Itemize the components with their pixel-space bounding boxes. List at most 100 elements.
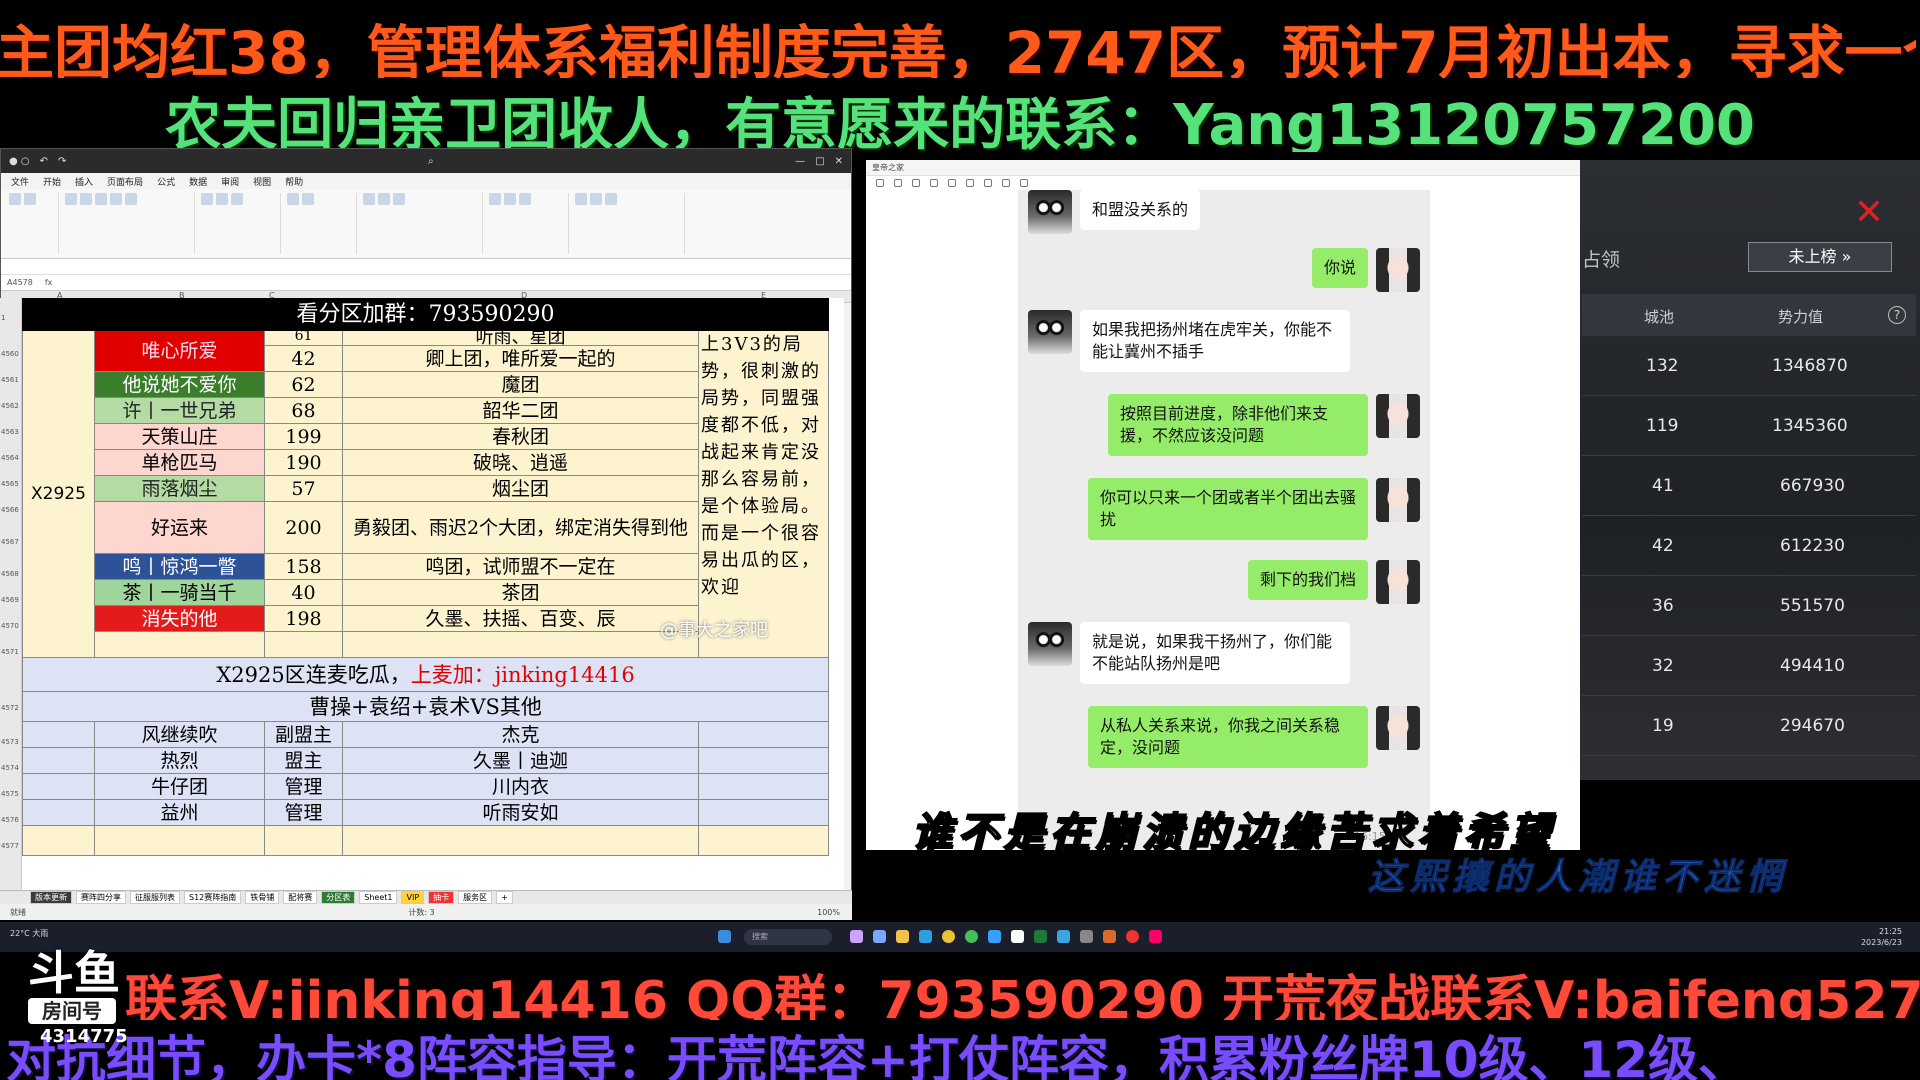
empty-cell[interactable] bbox=[94, 631, 265, 658]
empty-cell[interactable] bbox=[342, 631, 699, 658]
group-cell[interactable]: 听雨、星团 bbox=[342, 330, 699, 346]
menu-insert[interactable]: 插入 bbox=[75, 175, 93, 188]
minimize-icon[interactable]: — bbox=[795, 156, 805, 167]
close-icon[interactable]: ✕ bbox=[1854, 192, 1884, 233]
ranking-row[interactable]: 42 612230 bbox=[1582, 516, 1916, 576]
group-cell[interactable]: 破晓、逍遥 bbox=[342, 449, 699, 476]
zoom-out-icon[interactable] bbox=[948, 179, 956, 187]
live-banner-cell[interactable]: X2925区连麦吃瓜，上麦加：jinking14416 bbox=[21, 657, 830, 692]
sheet-tab[interactable]: 配将赛 bbox=[283, 891, 318, 904]
app-icon[interactable] bbox=[1149, 930, 1162, 943]
menu-view[interactable]: 视图 bbox=[253, 175, 271, 188]
undo-icon[interactable]: ↶ bbox=[40, 156, 48, 167]
group-cell[interactable]: 春秋团 bbox=[342, 423, 699, 450]
ranking-row[interactable]: 41 667930 bbox=[1582, 456, 1916, 516]
num-cell[interactable]: 61 bbox=[264, 330, 343, 346]
sheet-tab[interactable]: Sheet1 bbox=[359, 891, 398, 904]
help-icon[interactable]: ? bbox=[1888, 306, 1906, 324]
forward-icon[interactable] bbox=[894, 179, 902, 187]
grid-icon[interactable] bbox=[912, 179, 920, 187]
copy-icon[interactable] bbox=[1020, 179, 1028, 187]
empty-cell[interactable] bbox=[22, 773, 95, 800]
empty-cell[interactable] bbox=[342, 825, 699, 856]
rank-button[interactable]: 未上榜 » bbox=[1748, 242, 1892, 272]
sheet-tab[interactable]: VIP bbox=[401, 891, 425, 904]
lower-role-cell[interactable]: 盟主 bbox=[264, 747, 343, 774]
menu-file[interactable]: 文件 bbox=[11, 175, 29, 188]
server-cell[interactable]: X2925 bbox=[22, 330, 95, 658]
empty-cell[interactable] bbox=[264, 631, 343, 658]
num-cell[interactable]: 200 bbox=[264, 501, 343, 554]
spreadsheet-grid[interactable]: 1 4560 4561 4562 4563 4564 4565 4566 456… bbox=[0, 298, 844, 890]
menu-home[interactable]: 开始 bbox=[43, 175, 61, 188]
lower-person-cell[interactable]: 川内衣 bbox=[342, 773, 699, 800]
search-icon[interactable]: ⌕ bbox=[428, 156, 434, 167]
zoom-in-icon[interactable] bbox=[930, 179, 938, 187]
ribbon-group-font[interactable] bbox=[65, 193, 195, 254]
sheet-tab[interactable]: 征服服列表 bbox=[130, 891, 180, 904]
edge-icon[interactable] bbox=[919, 930, 932, 943]
sheet-tab[interactable]: 服务区 bbox=[458, 891, 493, 904]
lower-role-cell[interactable]: 管理 bbox=[264, 773, 343, 800]
sheet-tab[interactable]: 铁骨铺 bbox=[245, 891, 280, 904]
lower-role-cell[interactable]: 管理 bbox=[264, 799, 343, 826]
app-icon[interactable] bbox=[873, 930, 886, 943]
empty-cell[interactable] bbox=[697, 747, 830, 774]
zoom-level[interactable]: 100% bbox=[817, 908, 840, 917]
start-icon[interactable] bbox=[718, 930, 731, 943]
menu-data[interactable]: 数据 bbox=[189, 175, 207, 188]
num-cell[interactable]: 62 bbox=[264, 371, 343, 398]
ranking-row[interactable]: 132 1346870 bbox=[1582, 336, 1916, 396]
lower-name-cell[interactable]: 热烈 bbox=[94, 747, 265, 774]
redo-icon[interactable]: ↷ bbox=[58, 156, 66, 167]
guild-name-cell[interactable]: 雨落烟尘 bbox=[94, 475, 265, 502]
guild-name-cell[interactable]: 许丨一世兄弟 bbox=[94, 397, 265, 424]
num-cell[interactable]: 57 bbox=[264, 475, 343, 502]
close-icon[interactable]: ✕ bbox=[835, 156, 851, 167]
empty-cell[interactable] bbox=[22, 799, 95, 826]
guild-name-cell[interactable]: 单枪匹马 bbox=[94, 449, 265, 476]
guild-name-cell[interactable]: 消失的他 bbox=[94, 605, 265, 632]
app-icon[interactable] bbox=[1080, 930, 1093, 943]
group-cell[interactable]: 勇毅团、雨迟2个大团，绑定消失得到他 bbox=[342, 501, 699, 554]
cell-reference[interactable]: A4578 bbox=[7, 278, 33, 287]
guild-name-cell[interactable]: 好运来 bbox=[94, 501, 265, 554]
wechat-icon[interactable] bbox=[965, 930, 978, 943]
lower-name-cell[interactable]: 风继续吹 bbox=[94, 721, 265, 748]
edit-icon[interactable] bbox=[1002, 179, 1010, 187]
group-cell[interactable]: 韶华二团 bbox=[342, 397, 699, 424]
sheet-tab[interactable]: 版本更新 bbox=[30, 891, 72, 904]
empty-cell[interactable] bbox=[697, 825, 830, 856]
lower-name-cell[interactable]: 益州 bbox=[94, 799, 265, 826]
ranking-row[interactable]: 32 494410 bbox=[1582, 636, 1916, 696]
sheet-tab[interactable]: 抽卡 bbox=[428, 891, 455, 904]
ribbon-group-align[interactable] bbox=[201, 193, 281, 254]
fit-icon[interactable] bbox=[966, 179, 974, 187]
maximize-icon[interactable]: □ bbox=[815, 156, 824, 167]
empty-cell[interactable] bbox=[22, 721, 95, 748]
side-note-cell[interactable]: 上3V3的局势，很刺激的局势，同盟强度都不低，对战起来肯定没那么容易前，是个体验… bbox=[697, 330, 830, 658]
taskbar-clock[interactable]: 21:25 2023/6/23 bbox=[1861, 926, 1902, 948]
group-cell[interactable]: 茶团 bbox=[342, 579, 699, 606]
num-cell[interactable]: 40 bbox=[264, 579, 343, 606]
group-cell[interactable]: 烟尘团 bbox=[342, 475, 699, 502]
sheet-tab[interactable]: S12赛阵指南 bbox=[184, 891, 242, 904]
lower-name-cell[interactable]: 牛仔团 bbox=[94, 773, 265, 800]
guild-name-cell[interactable]: 鸣丨惊鸿一瞥 bbox=[94, 553, 265, 580]
app-icon[interactable] bbox=[1103, 930, 1116, 943]
lower-role-cell[interactable]: 副盟主 bbox=[264, 721, 343, 748]
ribbon-group-styles[interactable] bbox=[363, 193, 483, 254]
ranking-row[interactable]: 119 1345360 bbox=[1582, 396, 1916, 456]
ribbon-group-clipboard[interactable] bbox=[9, 193, 59, 254]
group-cell[interactable]: 魔团 bbox=[342, 371, 699, 398]
app-icon[interactable] bbox=[1126, 930, 1139, 943]
ribbon-group-edit[interactable] bbox=[575, 193, 685, 254]
app-icon[interactable] bbox=[1057, 930, 1070, 943]
empty-cell[interactable] bbox=[697, 773, 830, 800]
lower-person-cell[interactable]: 杰克 bbox=[342, 721, 699, 748]
weather-widget[interactable]: 22°C 大雨 bbox=[10, 928, 48, 939]
add-sheet-icon[interactable]: + bbox=[496, 891, 513, 904]
ranking-row[interactable]: 19 294670 bbox=[1582, 696, 1916, 756]
menu-layout[interactable]: 页面布局 bbox=[107, 175, 143, 188]
num-cell[interactable]: 42 bbox=[264, 345, 343, 372]
